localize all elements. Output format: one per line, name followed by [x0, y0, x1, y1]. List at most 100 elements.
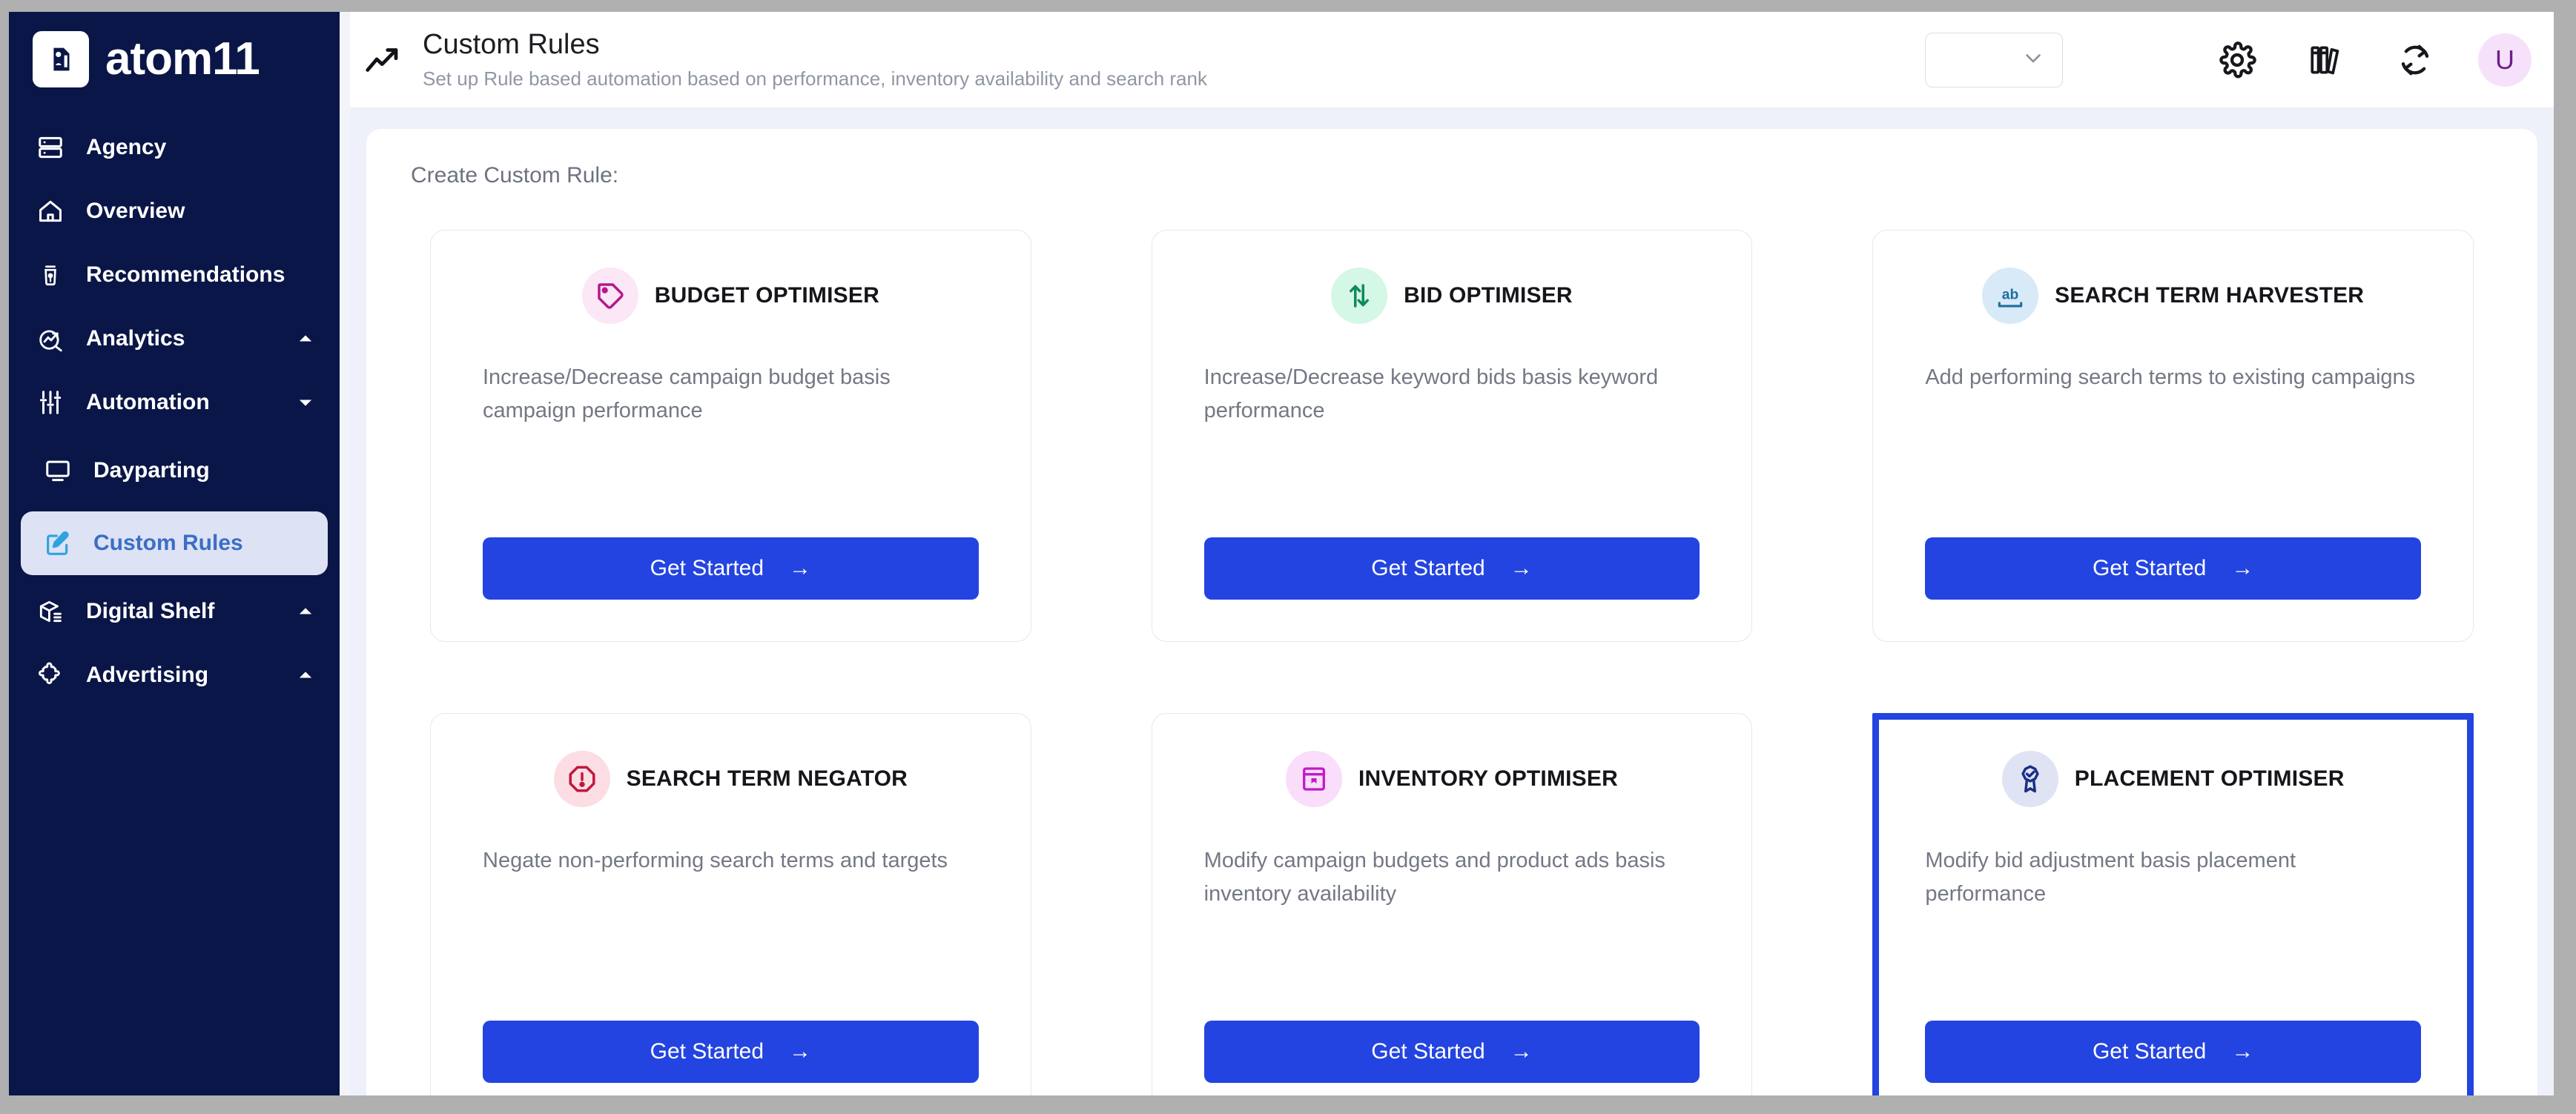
- sidebar-item-analytics[interactable]: Analytics: [9, 307, 340, 371]
- content-scroll-area: Create Custom Rule: BUDGET OPTIMISER Inc…: [340, 108, 2554, 1095]
- card-header: PLACEMENT OPTIMISER: [1925, 751, 2421, 807]
- award-check-icon: [2001, 751, 2058, 807]
- card-title: PLACEMENT OPTIMISER: [2074, 766, 2345, 791]
- alert-octagon-icon: [553, 751, 610, 807]
- sidebar-item-dayparting[interactable]: Dayparting: [21, 439, 328, 503]
- box-list-icon: [34, 595, 67, 628]
- card-description: Add performing search terms to existing …: [1925, 365, 2416, 389]
- card-title: INVENTORY OPTIMISER: [1358, 766, 1618, 791]
- edit-square-icon: [42, 527, 74, 560]
- sidebar-item-label: Custom Rules: [93, 531, 243, 555]
- rule-card-search-term-harvester[interactable]: ab SEARCH TERM HARVESTER Add performing …: [1872, 230, 2474, 642]
- create-custom-rule-label: Create Custom Rule:: [411, 163, 619, 188]
- card-title: BID OPTIMISER: [1404, 283, 1573, 308]
- sidebar-item-label: Analytics: [86, 326, 185, 351]
- card-description: Modify campaign budgets and product ads …: [1203, 849, 1665, 906]
- chevron-up-icon[interactable]: [294, 663, 317, 687]
- account-select-dropdown[interactable]: [1925, 32, 2063, 87]
- page-title: Custom Rules: [423, 29, 600, 61]
- page-title-group: Custom Rules Set up Rule based automatio…: [362, 29, 1207, 90]
- sidebar-item-custom-rules[interactable]: Custom Rules: [21, 511, 328, 575]
- get-started-button[interactable]: Get Started →: [1203, 1021, 1700, 1083]
- sidebar-navigation: atom11 Agency Overview Recommendations A…: [9, 12, 340, 1095]
- svg-text:ab: ab: [2002, 287, 2018, 302]
- refresh-icon[interactable]: [2389, 34, 2441, 86]
- arrow-right-icon: →: [1510, 556, 1533, 580]
- card-description: Negate non-performing search terms and t…: [483, 849, 948, 872]
- card-description: Increase/Decrease keyword bids basis key…: [1203, 365, 1659, 422]
- sliders-icon: [34, 386, 67, 419]
- analytics-chart-icon: [34, 322, 67, 355]
- arrows-up-down-icon: [1331, 268, 1388, 324]
- trending-up-icon: [362, 39, 403, 81]
- get-started-button[interactable]: Get Started →: [1203, 537, 1700, 600]
- card-title: SEARCH TERM HARVESTER: [2055, 283, 2365, 308]
- card-header: ab SEARCH TERM HARVESTER: [1925, 268, 2421, 324]
- page-subtitle: Set up Rule based automation based on pe…: [423, 67, 1207, 90]
- monitor-icon: [42, 454, 74, 487]
- sidebar-item-agency[interactable]: Agency: [9, 116, 340, 179]
- server-icon: [34, 131, 67, 164]
- get-started-label: Get Started: [650, 556, 764, 580]
- get-started-button[interactable]: Get Started →: [483, 537, 979, 600]
- chevron-up-icon[interactable]: [294, 327, 317, 351]
- get-started-label: Get Started: [1371, 1039, 1485, 1064]
- card-header: BID OPTIMISER: [1204, 268, 1700, 324]
- rule-card-search-term-negator[interactable]: SEARCH TERM NEGATOR Negate non-performin…: [430, 713, 1031, 1095]
- rule-card-grid: BUDGET OPTIMISER Increase/Decrease campa…: [411, 230, 2493, 1095]
- card-header: INVENTORY OPTIMISER: [1204, 751, 1700, 807]
- rule-card-placement-optimiser[interactable]: PLACEMENT OPTIMISER Modify bid adjustmen…: [1872, 713, 2474, 1095]
- sidebar-item-label: Agency: [86, 135, 167, 159]
- get-started-button[interactable]: Get Started →: [483, 1021, 979, 1083]
- get-started-button[interactable]: Get Started →: [1925, 1021, 2421, 1083]
- sidebar-item-label: Automation: [86, 390, 210, 414]
- card-description: Increase/Decrease campaign budget basis …: [483, 365, 891, 422]
- get-started-label: Get Started: [2092, 556, 2207, 580]
- chevron-up-icon[interactable]: [294, 600, 317, 623]
- application-window: atom11 Agency Overview Recommendations A…: [9, 12, 2554, 1095]
- arrow-right-icon: →: [789, 556, 812, 580]
- library-icon[interactable]: [2300, 34, 2352, 86]
- main-region: Custom Rules Set up Rule based automatio…: [340, 12, 2554, 1095]
- sidebar-item-label: Recommendations: [86, 262, 285, 287]
- sidebar-item-digital-shelf[interactable]: Digital Shelf: [9, 580, 340, 643]
- get-started-button[interactable]: Get Started →: [1925, 537, 2421, 600]
- brand-logo[interactable]: atom11: [9, 12, 340, 116]
- sidebar-item-advertising[interactable]: Advertising: [9, 643, 340, 707]
- sidebar-item-label: Digital Shelf: [86, 599, 215, 623]
- match-word-ab-icon: ab: [1982, 268, 2039, 324]
- atom11-logo-mark-icon: [33, 31, 89, 87]
- chevron-down-icon[interactable]: [294, 391, 317, 414]
- tag-icon: [581, 268, 638, 324]
- sidebar-item-label: Overview: [86, 199, 185, 223]
- sidebar-item-label: Advertising: [86, 663, 209, 687]
- sidebar-item-overview[interactable]: Overview: [9, 179, 340, 243]
- card-description: Modify bid adjustment basis placement pe…: [1925, 849, 2296, 906]
- lightbulb-icon: [34, 259, 67, 291]
- get-started-label: Get Started: [650, 1039, 764, 1064]
- card-title: SEARCH TERM NEGATOR: [626, 766, 908, 791]
- card-header: SEARCH TERM NEGATOR: [483, 751, 979, 807]
- sidebar-content-divider: [340, 12, 350, 1095]
- card-title: BUDGET OPTIMISER: [654, 283, 879, 308]
- brand-name: atom11: [105, 33, 260, 84]
- puzzle-icon: [34, 659, 67, 692]
- settings-icon[interactable]: [2211, 34, 2263, 86]
- chevron-down-icon: [2021, 45, 2046, 74]
- avatar[interactable]: U: [2478, 33, 2532, 87]
- get-started-label: Get Started: [2092, 1039, 2207, 1064]
- get-started-label: Get Started: [1371, 556, 1485, 580]
- content-panel: Create Custom Rule: BUDGET OPTIMISER Inc…: [366, 129, 2537, 1095]
- rule-card-inventory-optimiser[interactable]: INVENTORY OPTIMISER Modify campaign budg…: [1151, 713, 1753, 1095]
- rule-card-bid-optimiser[interactable]: BID OPTIMISER Increase/Decrease keyword …: [1151, 230, 1753, 642]
- arrow-right-icon: →: [2231, 1039, 2254, 1064]
- sidebar-item-label: Dayparting: [93, 458, 210, 483]
- page-header: Custom Rules Set up Rule based automatio…: [340, 12, 2554, 108]
- home-icon: [34, 195, 67, 228]
- arrow-right-icon: →: [1510, 1039, 1533, 1064]
- card-header: BUDGET OPTIMISER: [483, 268, 979, 324]
- sidebar-item-recommendations[interactable]: Recommendations: [9, 243, 340, 307]
- sidebar-item-automation[interactable]: Automation: [9, 371, 340, 434]
- rule-card-budget-optimiser[interactable]: BUDGET OPTIMISER Increase/Decrease campa…: [430, 230, 1031, 642]
